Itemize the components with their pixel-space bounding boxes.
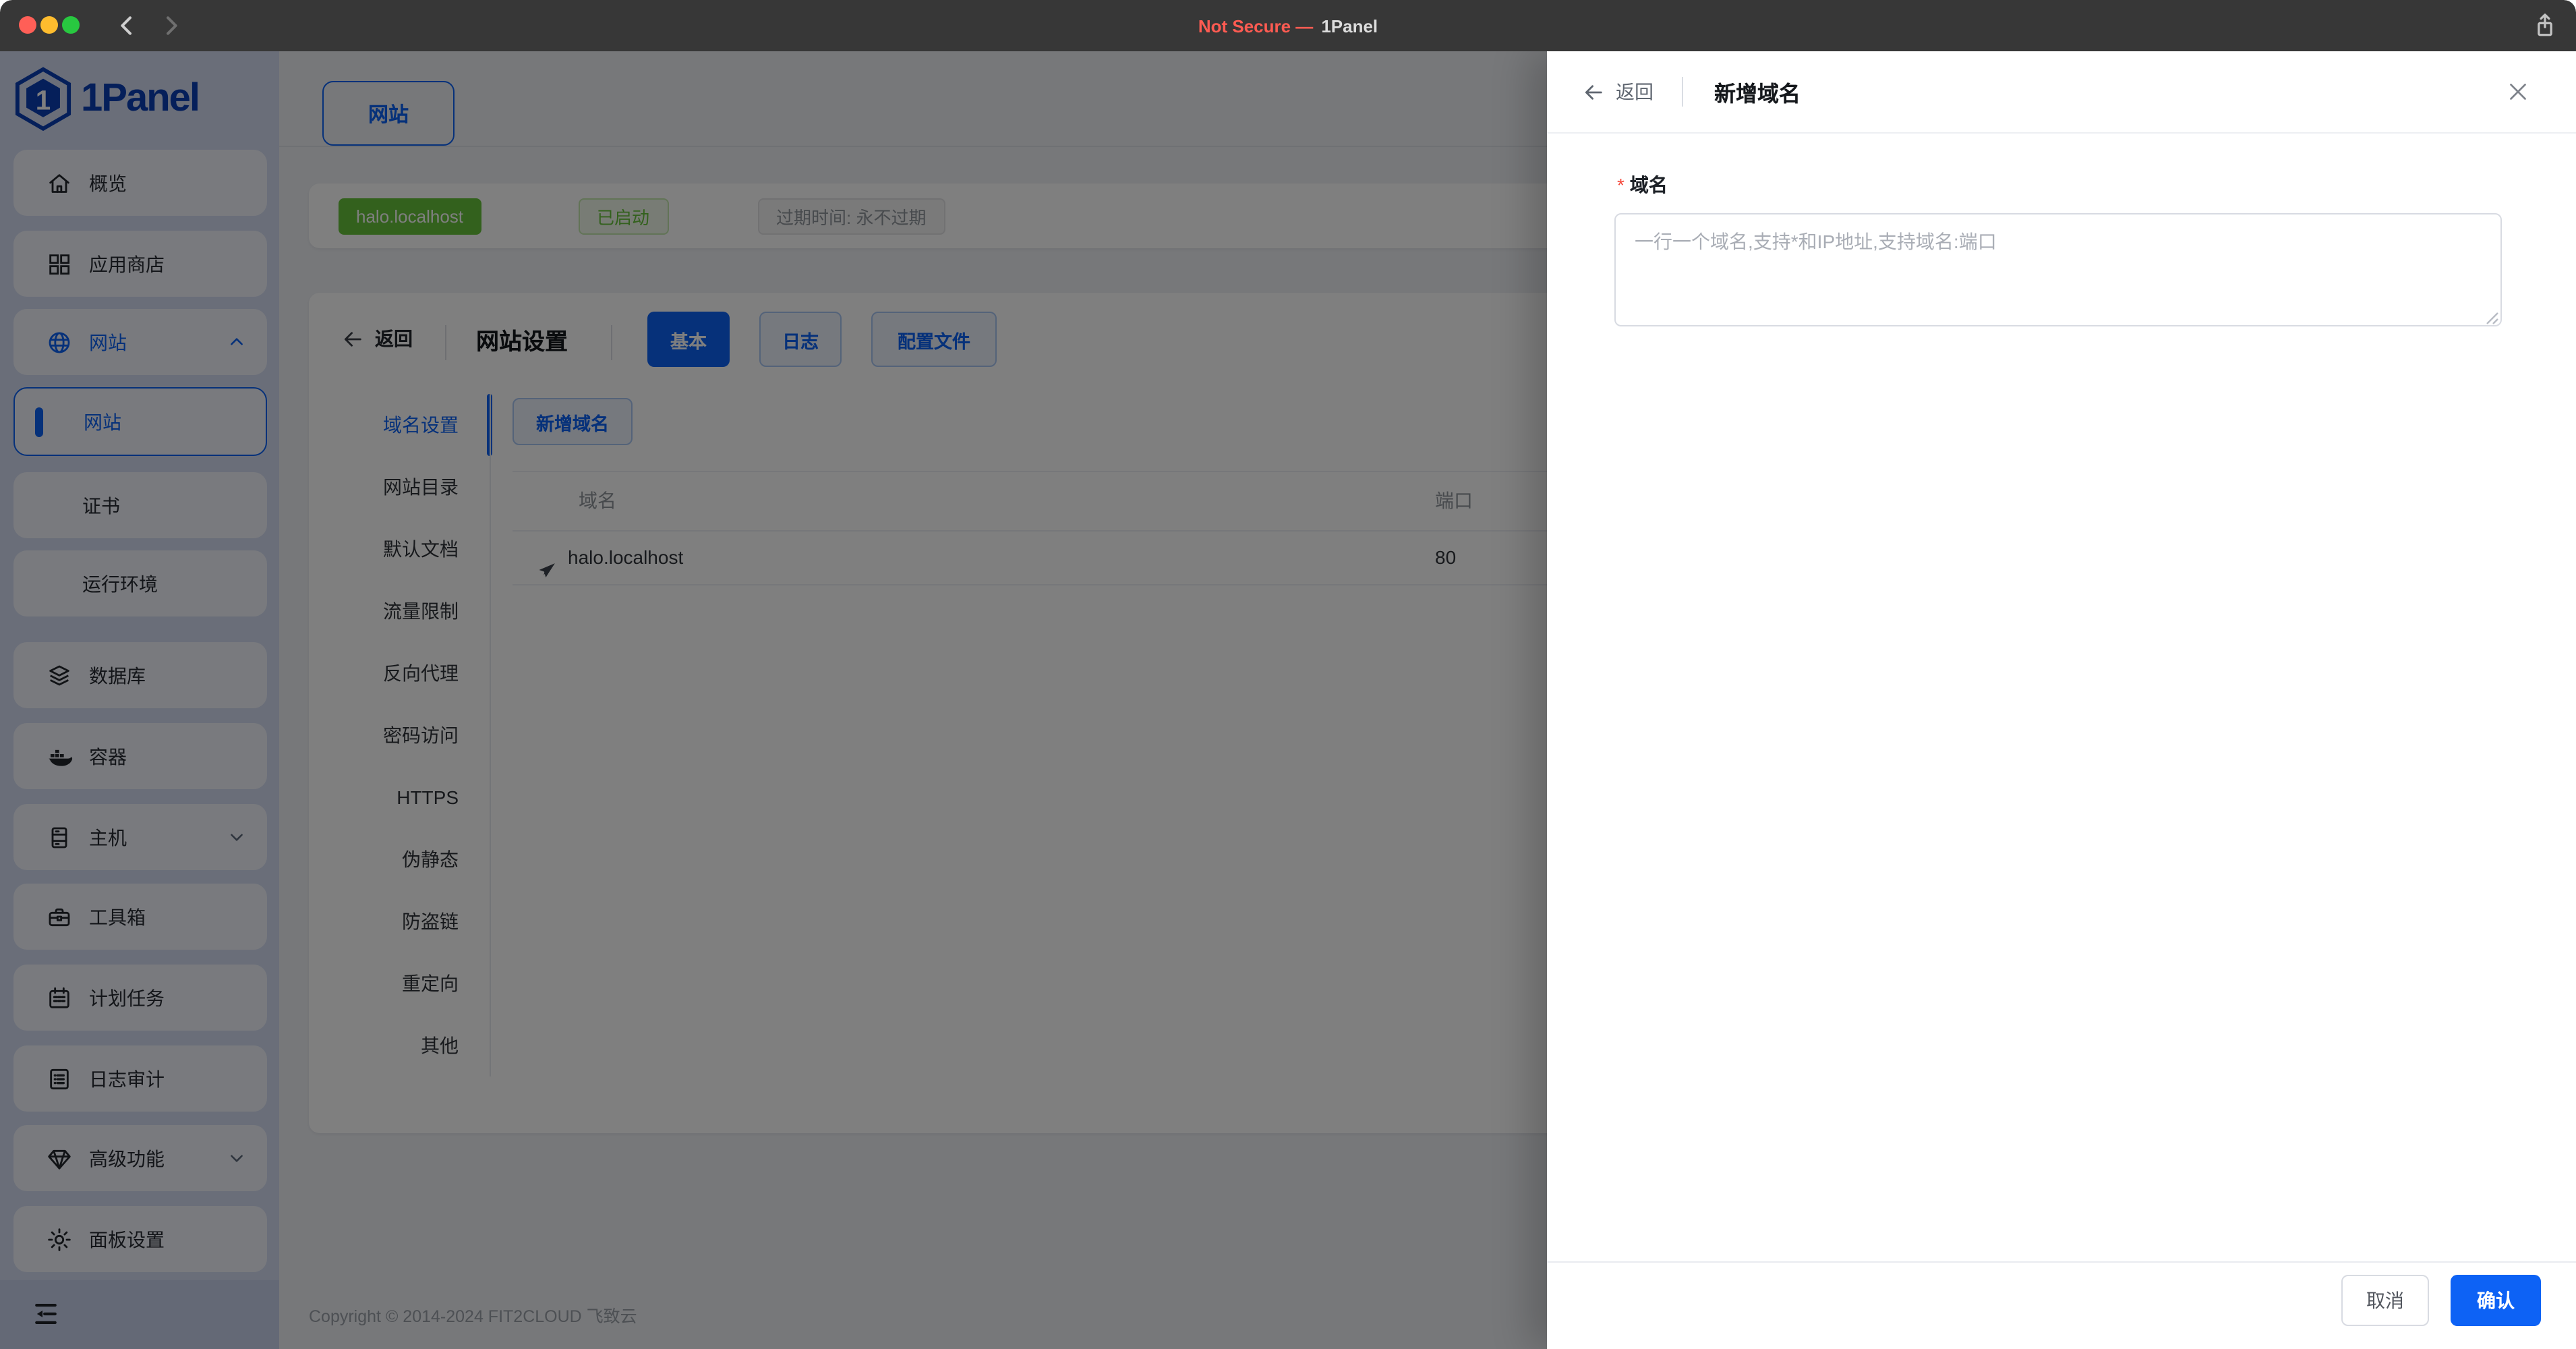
drawer-header: 返回 新增域名 [1547, 51, 2576, 134]
back-arrow-icon [1582, 80, 1605, 103]
add-domain-drawer: 返回 新增域名 *域名 取消 确认 [1547, 51, 2576, 1349]
required-asterisk: * [1617, 174, 1624, 196]
browser-titlebar: Not Secure — 1Panel [0, 0, 2576, 51]
not-secure-label: Not Secure — [1198, 16, 1314, 36]
confirm-button[interactable]: 确认 [2451, 1275, 2541, 1326]
drawer-back-button[interactable]: 返回 [1582, 51, 1653, 132]
cancel-button[interactable]: 取消 [2341, 1275, 2429, 1326]
close-icon[interactable] [2506, 80, 2530, 104]
page-title-label: 1Panel [1321, 16, 1378, 36]
domain-input-textarea[interactable] [1614, 213, 2502, 326]
divider [1682, 77, 1683, 107]
domain-field-label: *域名 [1617, 171, 1668, 198]
drawer-title: 新增域名 [1714, 51, 1801, 132]
resize-handle-icon[interactable] [2483, 308, 2499, 324]
browser-title: Not Secure — 1Panel [0, 0, 2576, 51]
browser-window: Not Secure — 1Panel 1 1Panel 概览 [0, 0, 2576, 1349]
drawer-footer: 取消 确认 [1547, 1261, 2576, 1349]
app-page: 1 1Panel 概览 应用商店 网站 网站 [0, 51, 2576, 1349]
share-icon[interactable] [2530, 11, 2560, 40]
drawer-back-label: 返回 [1616, 78, 1653, 105]
